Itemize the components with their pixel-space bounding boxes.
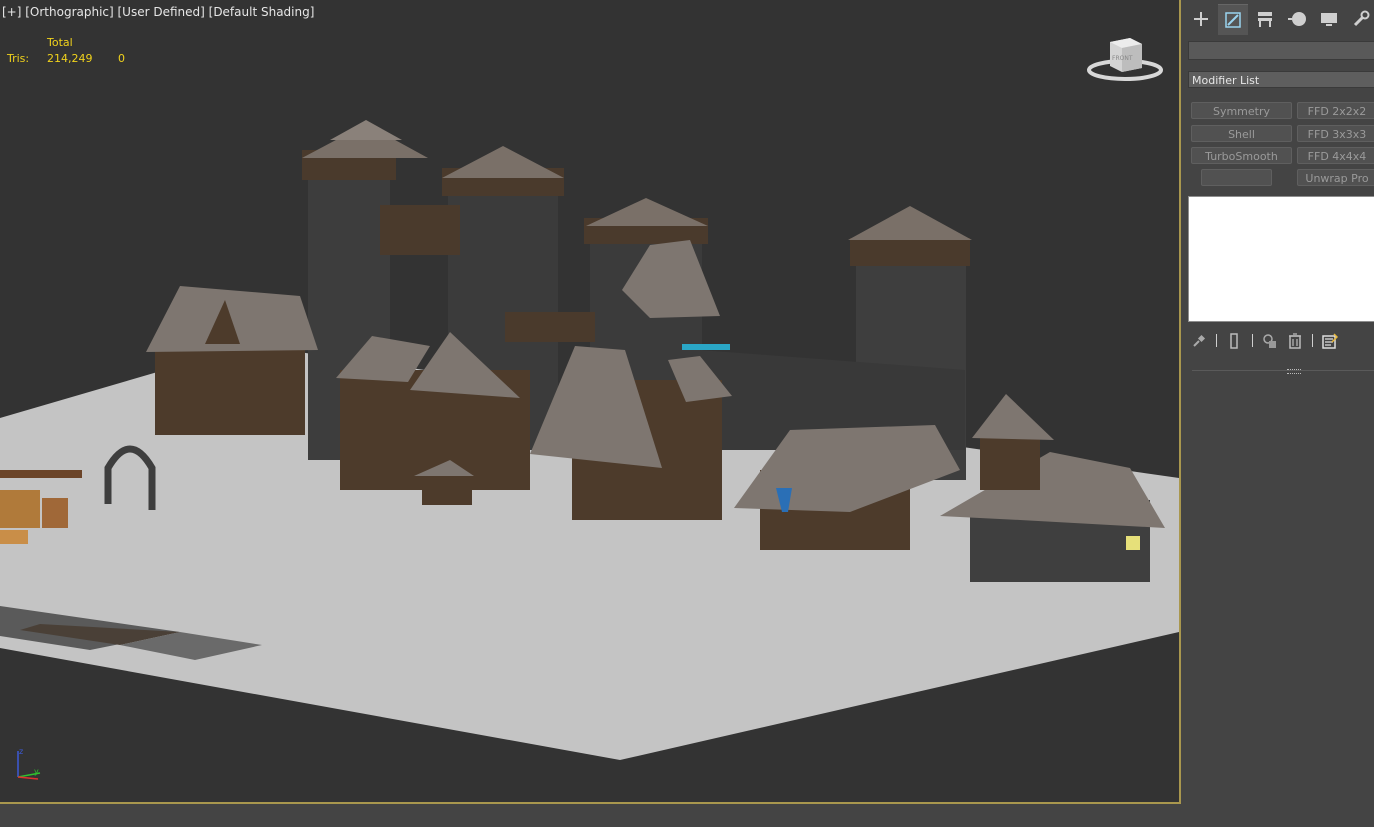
viewcube[interactable]: FRONT (1086, 34, 1164, 84)
utilities-wrench-icon[interactable] (1346, 4, 1374, 34)
show-end-result-icon[interactable] (1225, 332, 1243, 350)
command-panel-tabs (1184, 4, 1374, 35)
modifier-list-dropdown[interactable]: Modifier List (1188, 71, 1374, 88)
stats-header-total: Total (47, 36, 73, 49)
axis-z-label: z (19, 747, 23, 756)
rollout-grip-handle[interactable] (1287, 369, 1301, 374)
stats-tris-selected: 0 (118, 52, 125, 65)
modifier-button-ffd-3x3x3[interactable]: FFD 3x3x3 (1297, 125, 1374, 142)
display-icon[interactable] (1314, 4, 1344, 34)
pin-stack-icon[interactable] (1190, 332, 1208, 350)
modifier-button-turbosmooth[interactable]: TurboSmooth (1191, 147, 1292, 164)
modifier-button-shell[interactable]: Shell (1191, 125, 1292, 142)
modify-icon[interactable] (1218, 4, 1248, 35)
modifier-button-empty[interactable] (1201, 169, 1272, 186)
modifier-stack-list[interactable] (1188, 196, 1374, 322)
rollout-divider (1192, 370, 1374, 371)
axis-tripod: z y (17, 747, 41, 780)
hall-building (146, 286, 318, 435)
blue-awning (682, 344, 730, 350)
perspective-viewport[interactable]: [+] [Orthographic] [User Defined] [Defau… (0, 0, 1181, 804)
motion-icon[interactable] (1282, 4, 1312, 34)
create-plus-icon[interactable] (1186, 4, 1216, 34)
bridge (505, 312, 595, 342)
modifier-stack-toolbar (1188, 330, 1374, 352)
configure-modifier-sets-icon[interactable] (1321, 332, 1339, 350)
command-panel: Modifier List Symmetry FFD 2x2x2 Shell F… (1181, 0, 1374, 827)
make-unique-icon[interactable] (1261, 332, 1279, 350)
bridge (380, 205, 460, 255)
axis-y-label: y (34, 767, 39, 776)
modifier-button-unwrap-pro[interactable]: Unwrap Pro (1297, 169, 1374, 186)
scene-render[interactable] (0, 0, 1179, 802)
hierarchy-icon[interactable] (1250, 4, 1280, 34)
modifier-button-ffd-4x4x4[interactable]: FFD 4x4x4 (1297, 147, 1374, 164)
remove-modifier-icon[interactable] (1286, 332, 1304, 350)
modifier-button-ffd-2x2x2[interactable]: FFD 2x2x2 (1297, 102, 1374, 119)
stats-tris-total: 214,249 (47, 52, 93, 65)
object-name-field[interactable] (1188, 41, 1374, 60)
stats-tris-label: Tris: (7, 52, 30, 65)
viewcube-face-label: FRONT (1112, 55, 1133, 62)
modifier-button-symmetry[interactable]: Symmetry (1191, 102, 1292, 119)
viewport-label[interactable]: [+] [Orthographic] [User Defined] [Defau… (2, 5, 314, 19)
